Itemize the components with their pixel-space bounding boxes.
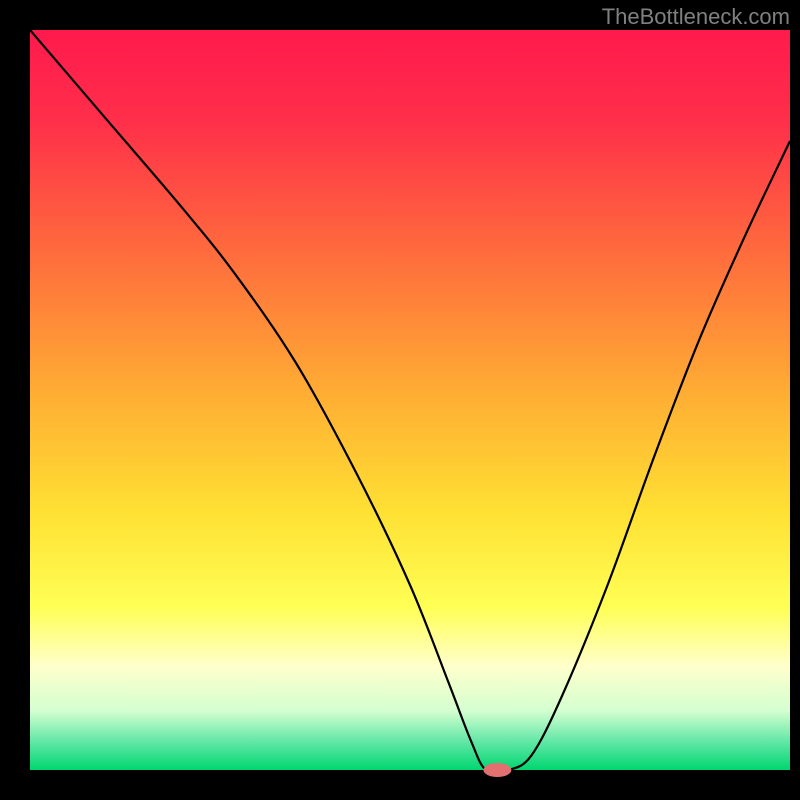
watermark-text: TheBottleneck.com xyxy=(602,4,790,30)
bottleneck-chart xyxy=(0,0,800,800)
optimal-marker xyxy=(483,763,511,777)
chart-container: TheBottleneck.com xyxy=(0,0,800,800)
